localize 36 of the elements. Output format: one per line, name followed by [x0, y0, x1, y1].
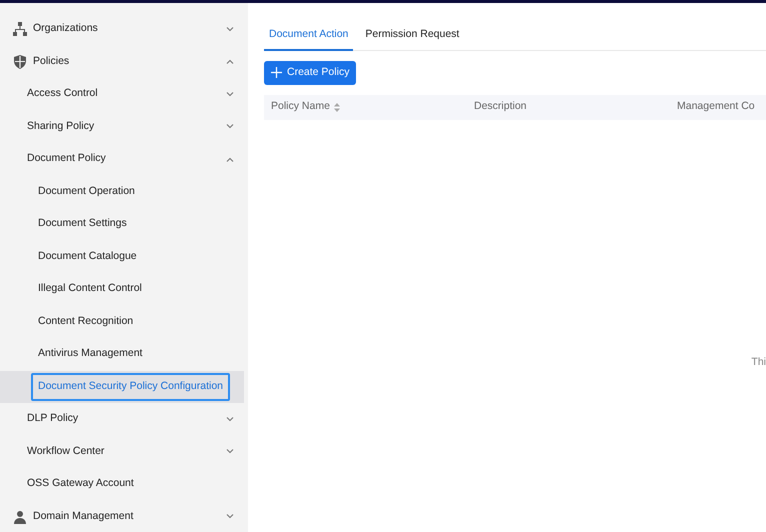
chevron-down-icon [226, 92, 234, 97]
sidebar-item[interactable]: Document Policy [0, 143, 248, 176]
sidebar-item[interactable]: Document Catalogue [0, 240, 248, 273]
chevron-up-icon [226, 156, 234, 162]
sort-icon[interactable] [334, 102, 340, 112]
empty-state-text: Thi [751, 354, 766, 370]
sidebar-item[interactable]: DLP Policy [0, 403, 248, 436]
create-policy-button[interactable]: Create Policy [264, 60, 356, 84]
column-header[interactable]: Policy Name [271, 99, 330, 115]
sidebar-item[interactable]: Organizations [0, 13, 248, 46]
org-chart-icon [13, 22, 27, 36]
sidebar-item[interactable]: Antivirus Management [0, 338, 248, 370]
sidebar-item[interactable]: OSS Gateway Account [0, 468, 248, 500]
sidebar-item[interactable]: Domain Management [0, 500, 248, 532]
sidebar-item[interactable]: Policies [0, 46, 248, 78]
sidebar-item[interactable]: Sharing Policy [0, 110, 248, 143]
shield-icon [13, 54, 27, 69]
sidebar-item[interactable]: Document Settings [0, 208, 248, 240]
sidebar-item[interactable]: Access Control [0, 78, 248, 110]
tab[interactable]: Document Action [264, 23, 354, 51]
tab[interactable]: Permission Request [360, 23, 464, 51]
person-icon [13, 510, 27, 524]
sidebar-item[interactable]: Content Recognition [0, 306, 248, 338]
chevron-down-icon [226, 449, 234, 454]
chevron-down-icon [226, 124, 234, 130]
sidebar-item[interactable]: Document Operation [0, 176, 248, 208]
sidebar-item[interactable]: Illegal Content Control [0, 273, 248, 306]
chevron-down-icon [226, 514, 234, 520]
column-header: Description [474, 99, 527, 114]
chevron-down-icon [226, 26, 234, 32]
sidebar-item[interactable]: Workflow Center [0, 436, 248, 468]
chevron-down-icon [226, 416, 234, 422]
selected-menu-item[interactable]: Document Security Policy Configuration [0, 370, 244, 403]
plus-icon [271, 67, 282, 78]
column-header: Management Co [677, 99, 755, 114]
chevron-up-icon [226, 59, 234, 64]
